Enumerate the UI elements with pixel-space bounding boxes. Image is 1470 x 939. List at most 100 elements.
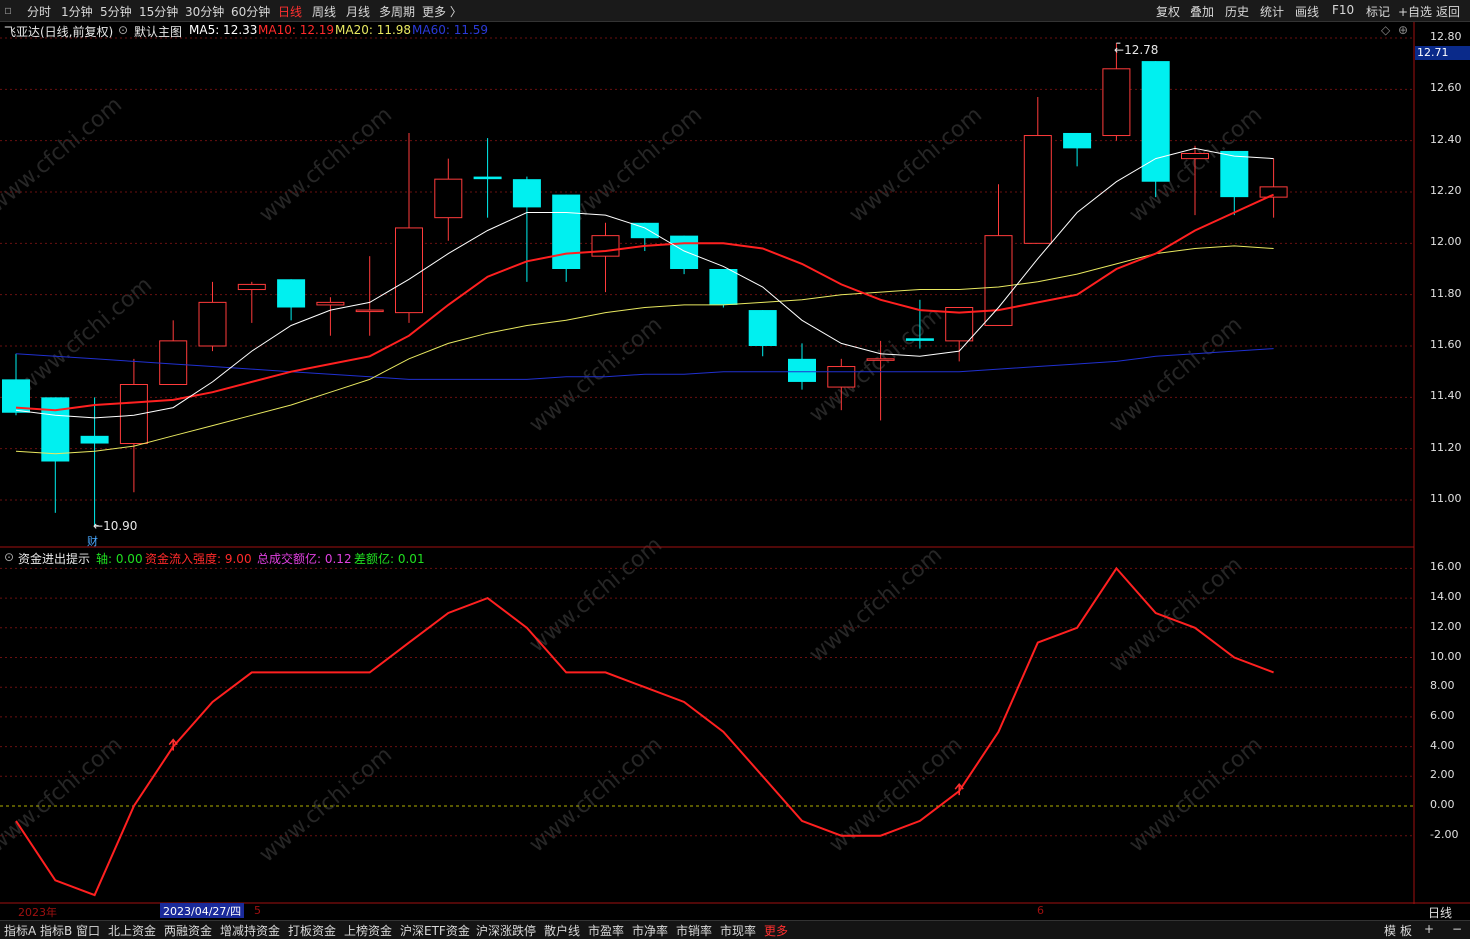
- zoom-out-icon[interactable]: −: [1450, 922, 1464, 936]
- candle: [1102, 43, 1131, 141]
- candle: [1063, 132, 1092, 167]
- ma-lines-layer: [15, 147, 1275, 455]
- price-tick-label: 11.80: [1430, 286, 1462, 300]
- tab-pb-ratio[interactable]: 市净率: [630, 922, 670, 939]
- year-label: 2023年: [18, 906, 57, 919]
- watermark-text: www.cfchi.com: [1105, 312, 1247, 437]
- price-tick-label: 12.40: [1430, 132, 1462, 146]
- watermark-text: www.cfchi.com: [1105, 552, 1247, 677]
- watermark-text: www.cfchi.com: [805, 302, 947, 427]
- high-price-marker: ←12.78: [1114, 43, 1159, 57]
- watermark-text: www.cfchi.com: [565, 102, 707, 227]
- candle-body: [984, 235, 1013, 326]
- candle-body: [395, 227, 423, 314]
- total-amount-value: 总成交额亿: 0.12: [257, 552, 352, 566]
- current-price-tag: 12.71: [1415, 46, 1470, 60]
- watermark-text: www.cfchi.com: [845, 102, 987, 227]
- candle-body: [237, 283, 266, 291]
- ma5-line: [15, 147, 1274, 419]
- indicator-tick-label: 8.00: [1430, 679, 1455, 693]
- tab-shareholding-change[interactable]: 增减持资金: [218, 922, 282, 939]
- candle-body: [512, 179, 541, 208]
- candle-body: [434, 178, 463, 219]
- price-tick-label: 11.60: [1430, 338, 1462, 351]
- price-tick-label: 12.00: [1430, 235, 1462, 249]
- candle-body: [198, 301, 227, 347]
- candle-body: [709, 269, 738, 305]
- candle: [709, 269, 738, 308]
- candle-body: [277, 279, 306, 308]
- tab-window[interactable]: 窗口: [74, 922, 102, 939]
- tab-ps-ratio[interactable]: 市销率: [674, 922, 714, 939]
- indicator-tick-label: -2.00: [1430, 827, 1459, 841]
- tab-top-list-funds[interactable]: 上榜资金: [342, 922, 394, 939]
- indicator-tick-label: 6.00: [1430, 708, 1455, 722]
- candle: [788, 343, 816, 390]
- tab-more[interactable]: 更多: [762, 922, 790, 939]
- strength-line: [15, 566, 1274, 897]
- indicator-tick-label: 16.00: [1430, 560, 1462, 574]
- candle-body: [473, 176, 502, 180]
- indicator-tick-label: 0.00: [1430, 798, 1455, 811]
- tab-margin-funds[interactable]: 两融资金: [162, 922, 214, 939]
- indicator-legend: ⊙ 资金进出提示 轴: 0.00 资金流入强度: 9.00 总成交额亿: 0.1…: [0, 549, 1410, 567]
- price-tick-label: 11.20: [1430, 440, 1462, 454]
- tab-etf-funds[interactable]: 沪深ETF资金: [398, 922, 472, 939]
- candle: [316, 297, 345, 336]
- tab-indicator-a[interactable]: 指标A: [2, 922, 38, 939]
- candle-body: [80, 435, 109, 444]
- cursor-date: 2023/04/27/四: [160, 903, 245, 918]
- price-tick-label: 12.60: [1430, 81, 1462, 95]
- candle: [237, 281, 266, 323]
- candle-body: [788, 358, 816, 382]
- candle: [1220, 150, 1249, 216]
- candle: [591, 222, 620, 293]
- candle: [80, 397, 109, 526]
- board-button[interactable]: 板: [1398, 922, 1414, 939]
- indicator-tick-label: 4.00: [1430, 738, 1455, 752]
- period-label: 日线: [1428, 906, 1453, 920]
- candle-body: [1220, 150, 1249, 198]
- candle: [159, 320, 188, 386]
- indicator-tick-label: 12.00: [1430, 619, 1462, 633]
- candle: [2, 353, 30, 416]
- watermark-text: www.cfchi.com: [1125, 732, 1267, 857]
- candle-body: [552, 194, 581, 269]
- indicator-tick-label: 10.00: [1430, 649, 1462, 663]
- price-tick-label: 12.80: [1430, 30, 1462, 43]
- tab-pcf-ratio[interactable]: 市现率: [718, 922, 758, 939]
- watermark-layer: www.cfchi.com www.cfchi.com www.cfchi.com w…: [0, 92, 1267, 867]
- candle: [277, 279, 306, 321]
- tab-retail-line[interactable]: 散户线: [542, 922, 582, 939]
- strength-value: 资金流入强度: 9.00: [145, 552, 252, 566]
- tab-northbound-funds[interactable]: 北上资金: [106, 922, 158, 939]
- kline-chart-canvas[interactable]: www.cfchi.com www.cfchi.com www.cfchi.com w…: [0, 0, 1470, 938]
- candle-body: [748, 310, 777, 346]
- tab-indicator-b[interactable]: 指标B: [38, 922, 74, 939]
- candle: [945, 307, 974, 362]
- candle-body: [591, 235, 620, 257]
- price-tick-label: 11.40: [1430, 389, 1462, 403]
- candle-body: [905, 338, 934, 341]
- watermark-text: www.cfchi.com: [15, 272, 157, 397]
- indicator-layer: [15, 566, 1274, 897]
- zoom-in-icon[interactable]: +: [1422, 922, 1436, 936]
- candle-body: [316, 301, 345, 306]
- indicator-tabs-bar: 指标A 指标B 窗口 北上资金 两融资金 增减持资金 打板资金 上榜资金 沪深E…: [0, 920, 1470, 939]
- candle-body: [827, 366, 856, 388]
- candle-body: [1023, 135, 1052, 244]
- indicator-toggle-icon[interactable]: ⊙: [4, 550, 14, 564]
- indicator-name[interactable]: 资金进出提示: [18, 550, 90, 567]
- tab-pe-ratio[interactable]: 市盈率: [586, 922, 626, 939]
- template-button[interactable]: 模: [1382, 922, 1398, 939]
- financial-report-badge[interactable]: 财: [87, 533, 98, 549]
- tab-limit-up-funds[interactable]: 打板资金: [286, 922, 338, 939]
- watermark-text: www.cfchi.com: [255, 102, 397, 227]
- candle: [395, 132, 423, 323]
- candle: [434, 158, 463, 241]
- tab-limit-stats[interactable]: 沪深涨跌停: [474, 922, 538, 939]
- candle-body: [159, 340, 188, 386]
- candle: [1023, 97, 1052, 244]
- watermark-text: www.cfchi.com: [525, 312, 667, 437]
- candle: [41, 397, 70, 513]
